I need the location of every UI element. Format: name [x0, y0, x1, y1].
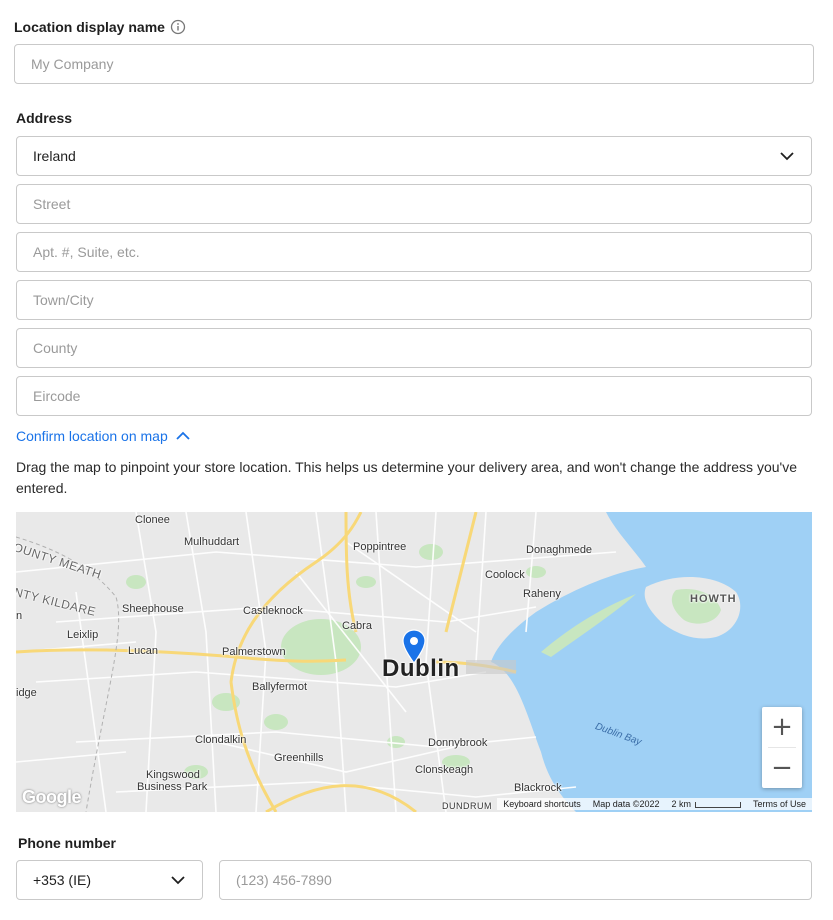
street-field[interactable]	[16, 184, 812, 224]
chevron-down-icon	[780, 152, 794, 161]
map-label-blackrock: Blackrock	[514, 782, 562, 794]
map-label-n: n	[16, 610, 23, 622]
map-scale[interactable]: 2 km	[665, 798, 747, 810]
map-label-kingswood: Kingswood	[146, 769, 200, 781]
map-label-cabra: Cabra	[342, 620, 372, 632]
map-zoom-controls: + −	[762, 707, 802, 788]
confirm-location-label: Confirm location on map	[16, 428, 168, 444]
map-label-clonskeagh: Clonskeagh	[415, 764, 474, 776]
map-help-text: Drag the map to pinpoint your store loca…	[16, 459, 797, 496]
apt-field[interactable]	[16, 232, 812, 272]
eircode-field[interactable]	[16, 376, 812, 416]
county-field[interactable]	[16, 328, 812, 368]
map-label-business-park: Business Park	[137, 781, 208, 793]
map-label-greenhills: Greenhills	[274, 752, 324, 764]
map-pin-icon[interactable]	[402, 629, 426, 665]
keyboard-shortcuts-link[interactable]: Keyboard shortcuts	[497, 798, 587, 810]
map-label-sheephouse: Sheephouse	[122, 603, 184, 615]
map-attribution: Keyboard shortcuts Map data ©2022 2 km T…	[497, 798, 812, 810]
map-label-donaghmede: Donaghmede	[526, 544, 593, 556]
info-icon[interactable]	[170, 19, 186, 35]
location-map[interactable]: Clonee Mulhuddart Poppintree Donaghmede …	[16, 512, 812, 812]
map-label-lucan: Lucan	[128, 645, 158, 657]
phone-number-field[interactable]	[219, 860, 812, 900]
map-label-ballyfermot: Ballyfermot	[252, 681, 308, 693]
map-label-coolock: Coolock	[485, 569, 525, 581]
map-scale-label: 2 km	[671, 799, 691, 809]
map-label-donnybrook: Donnybrook	[428, 737, 488, 749]
map-label-mulhuddart: Mulhuddart	[184, 536, 240, 548]
map-label-dundrum: DUNDRUM	[442, 801, 492, 811]
city-field[interactable]	[16, 280, 812, 320]
city-input[interactable]	[17, 281, 811, 319]
phone-number-input[interactable]	[220, 861, 811, 899]
zoom-out-button[interactable]: −	[762, 748, 802, 788]
map-label-bridge: idge	[16, 687, 37, 699]
country-select[interactable]: Ireland	[16, 136, 812, 176]
location-display-name-label: Location display name	[14, 19, 165, 35]
map-label-clonee: Clonee	[135, 514, 170, 526]
zoom-in-button[interactable]: +	[762, 707, 802, 747]
phone-number-label: Phone number	[18, 835, 117, 851]
apt-input[interactable]	[17, 233, 811, 271]
map-label-castleknock: Castleknock	[243, 605, 303, 617]
chevron-down-icon	[171, 876, 185, 885]
confirm-location-link[interactable]: Confirm location on map	[16, 428, 190, 444]
location-display-name-input[interactable]	[15, 45, 813, 83]
map-label-clondalkin: Clondalkin	[195, 734, 247, 746]
map-label-howth: HOWTH	[690, 593, 737, 605]
map-label-palmerstown: Palmerstown	[222, 646, 286, 658]
address-label: Address	[16, 110, 73, 126]
google-logo[interactable]: Google	[22, 787, 82, 808]
chevron-up-icon	[176, 431, 190, 440]
phone-country-select[interactable]: +353 (IE)	[16, 860, 203, 900]
location-display-name-field[interactable]	[14, 44, 814, 84]
eircode-input[interactable]	[17, 377, 811, 415]
phone-country-value: +353 (IE)	[33, 872, 91, 888]
country-select-value: Ireland	[33, 148, 76, 164]
map-data-text: Map data ©2022	[592, 799, 660, 809]
street-input[interactable]	[17, 185, 811, 223]
scale-bar	[694, 801, 741, 808]
map-label-poppintree: Poppintree	[353, 541, 407, 553]
terms-of-use-link[interactable]: Terms of Use	[747, 798, 812, 810]
map-label-leixlip: Leixlip	[67, 629, 99, 641]
map-label-raheny: Raheny	[523, 588, 561, 600]
county-input[interactable]	[17, 329, 811, 367]
